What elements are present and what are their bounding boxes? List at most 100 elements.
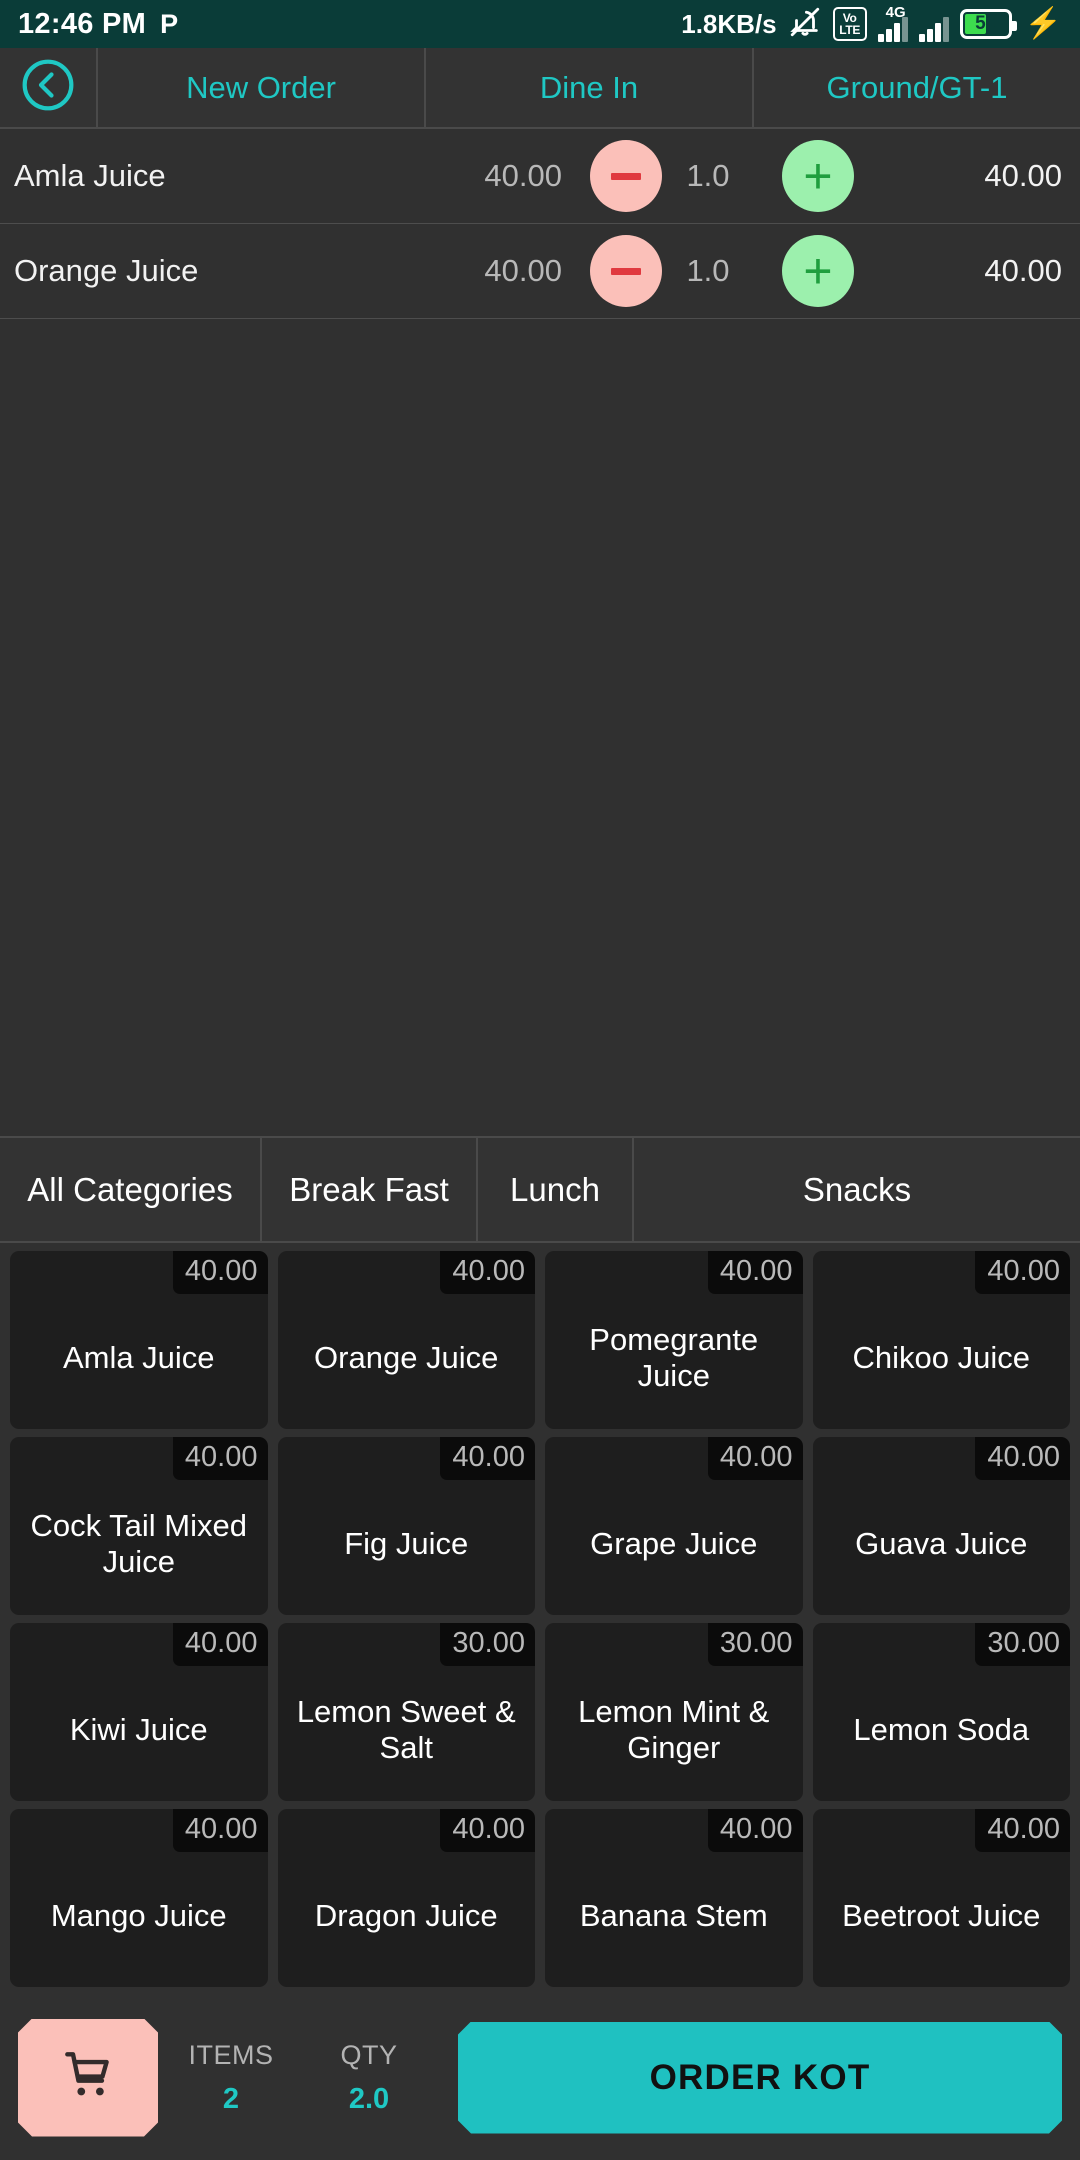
product-price-badge: 40.00 <box>172 1809 268 1852</box>
plus-icon: + <box>803 243 833 299</box>
status-bar-left: 12:46 PM P <box>18 8 178 41</box>
product-card[interactable]: 40.00 Amla Juice <box>10 1251 268 1429</box>
cart-item-qty: 1.0 <box>686 158 730 193</box>
product-name: Kiwi Juice <box>69 1711 208 1747</box>
tab-new-order[interactable]: New Order <box>98 48 426 127</box>
shopping-cart-icon <box>57 2044 119 2111</box>
product-name: Dragon Juice <box>314 1897 498 1933</box>
product-name: Mango Juice <box>50 1897 227 1933</box>
product-price-badge: 40.00 <box>975 1437 1070 1480</box>
product-card[interactable]: 40.00 Guava Juice <box>812 1437 1070 1615</box>
product-grid: 40.00 Amla Juice 40.00 Orange Juice 40.0… <box>0 1243 1080 1995</box>
product-card[interactable]: 40.00 Kiwi Juice <box>10 1623 268 1801</box>
product-card[interactable]: 30.00 Lemon Soda <box>812 1623 1070 1801</box>
product-price-badge: 30.00 <box>707 1623 803 1666</box>
product-price-badge: 40.00 <box>440 1809 535 1852</box>
status-bar-right: 1.8KB/s Vo LTE 4G 50 ⚡ <box>681 4 1062 44</box>
qty-summary: QTY 2.0 <box>304 2040 434 2116</box>
minus-icon <box>611 172 641 180</box>
product-grid-row: 40.00 Cock Tail Mixed Juice 40.00 Fig Ju… <box>5 1437 1075 1615</box>
product-price-badge: 40.00 <box>975 1809 1070 1852</box>
product-card[interactable]: 40.00 Fig Juice <box>277 1437 535 1615</box>
cart-item-list: Amla Juice 40.00 1.0 + 40.00 Orange Juic… <box>0 129 1080 556</box>
top-navigation-bar: New Order Dine In Ground/GT-1 <box>0 48 1080 129</box>
battery-icon: 50 <box>959 9 1017 39</box>
product-price-badge: 40.00 <box>707 1809 803 1852</box>
increase-qty-button[interactable]: + <box>782 140 854 212</box>
app-screen: 12:46 PM P 1.8KB/s Vo LTE 4G 50 ⚡ New Or… <box>0 0 1080 2160</box>
product-card[interactable]: 30.00 Lemon Sweet & Salt <box>277 1623 535 1801</box>
status-bar: 12:46 PM P 1.8KB/s Vo LTE 4G 50 ⚡ <box>0 0 1080 48</box>
category-tab-bar: All Categories Break Fast Lunch Snacks <box>0 1138 1080 1243</box>
volte-icon: Vo LTE <box>832 7 867 41</box>
cart-item-qty: 1.0 <box>686 253 730 288</box>
product-name: Beetroot Juice <box>842 1897 1041 1933</box>
product-price-badge: 30.00 <box>440 1623 535 1666</box>
product-name: Lemon Soda <box>853 1711 1030 1747</box>
category-tab-lunch[interactable]: Lunch <box>478 1138 634 1241</box>
tab-table-ground-gt1[interactable]: Ground/GT-1 <box>754 48 1080 127</box>
items-value: 2 <box>222 2082 240 2115</box>
product-price-badge: 40.00 <box>440 1251 535 1294</box>
product-card[interactable]: 40.00 Chikoo Juice <box>812 1251 1070 1429</box>
product-name: Chikoo Juice <box>852 1339 1030 1375</box>
lightning-bolt-icon: ⚡ <box>1024 7 1062 40</box>
product-card[interactable]: 40.00 Dragon Juice <box>277 1809 535 1987</box>
minus-icon <box>611 267 641 275</box>
items-label: ITEMS <box>188 2039 274 2070</box>
qty-label: QTY <box>340 2039 398 2070</box>
category-tab-all-categories[interactable]: All Categories <box>0 1138 262 1241</box>
category-tab-break-fast[interactable]: Break Fast <box>262 1138 478 1241</box>
product-name: Fig Juice <box>344 1525 469 1561</box>
back-button[interactable] <box>0 48 98 127</box>
increase-qty-button[interactable]: + <box>782 235 854 307</box>
signal-bars-2 <box>918 16 949 42</box>
back-chevron-circle-icon <box>20 57 76 118</box>
cart-item-amount: 40.00 <box>984 158 1062 193</box>
product-name: Guava Juice <box>855 1525 1028 1561</box>
product-price-badge: 40.00 <box>172 1251 268 1294</box>
product-price-badge: 40.00 <box>975 1251 1070 1294</box>
product-name: Lemon Mint & Ginger <box>578 1693 770 1765</box>
qty-value: 2.0 <box>348 2082 390 2115</box>
volte-bottom-label: LTE <box>839 23 861 37</box>
product-card[interactable]: 40.00 Pomegrante Juice <box>545 1251 803 1429</box>
product-card[interactable]: 40.00 Beetroot Juice <box>812 1809 1070 1987</box>
product-card[interactable]: 40.00 Cock Tail Mixed Juice <box>10 1437 268 1615</box>
decrease-qty-button[interactable] <box>590 140 662 212</box>
product-price-badge: 40.00 <box>172 1623 268 1666</box>
status-time: 12:46 PM <box>18 7 147 40</box>
order-kot-button[interactable]: ORDER KOT <box>458 2022 1062 2134</box>
product-name: Cock Tail Mixed Juice <box>30 1507 247 1579</box>
product-name: Orange Juice <box>314 1339 499 1375</box>
product-grid-row: 40.00 Kiwi Juice 30.00 Lemon Sweet & Sal… <box>5 1623 1075 1801</box>
cart-item-rate: 40.00 <box>484 253 562 288</box>
product-card[interactable]: 30.00 Lemon Mint & Ginger <box>545 1623 803 1801</box>
product-grid-row: 40.00 Mango Juice 40.00 Dragon Juice 40.… <box>5 1809 1075 1987</box>
product-price-badge: 40.00 <box>707 1437 803 1480</box>
product-grid-row: 40.00 Amla Juice 40.00 Orange Juice 40.0… <box>5 1251 1075 1429</box>
cart-item-name: Orange Juice <box>14 253 199 288</box>
cart-item-amount: 40.00 <box>984 253 1062 288</box>
product-price-badge: 40.00 <box>172 1437 268 1480</box>
network-speed-label: 1.8KB/s <box>681 8 777 39</box>
product-price-badge: 40.00 <box>707 1251 803 1294</box>
items-summary: ITEMS 2 <box>158 2040 304 2116</box>
product-card[interactable]: 40.00 Orange Juice <box>277 1251 535 1429</box>
plus-icon: + <box>803 148 833 204</box>
product-card[interactable]: 40.00 Banana Stem <box>545 1809 803 1987</box>
decrease-qty-button[interactable] <box>590 235 662 307</box>
tab-dine-in[interactable]: Dine In <box>426 48 754 127</box>
view-cart-button[interactable] <box>18 2019 158 2137</box>
category-tab-snacks[interactable]: Snacks <box>634 1138 1080 1241</box>
cart-item-name: Amla Juice <box>14 158 166 193</box>
cart-row[interactable]: Amla Juice 40.00 1.0 + 40.00 <box>0 129 1080 224</box>
cart-row[interactable]: Orange Juice 40.00 1.0 + 40.00 <box>0 224 1080 319</box>
product-card[interactable]: 40.00 Grape Juice <box>545 1437 803 1615</box>
product-card[interactable]: 40.00 Mango Juice <box>10 1809 268 1987</box>
cart-item-rate: 40.00 <box>484 158 562 193</box>
product-name: Grape Juice <box>590 1525 758 1561</box>
product-name: Amla Juice <box>62 1339 215 1375</box>
signal-icon-secondary <box>918 6 949 42</box>
product-name: Lemon Sweet & Salt <box>296 1693 516 1765</box>
